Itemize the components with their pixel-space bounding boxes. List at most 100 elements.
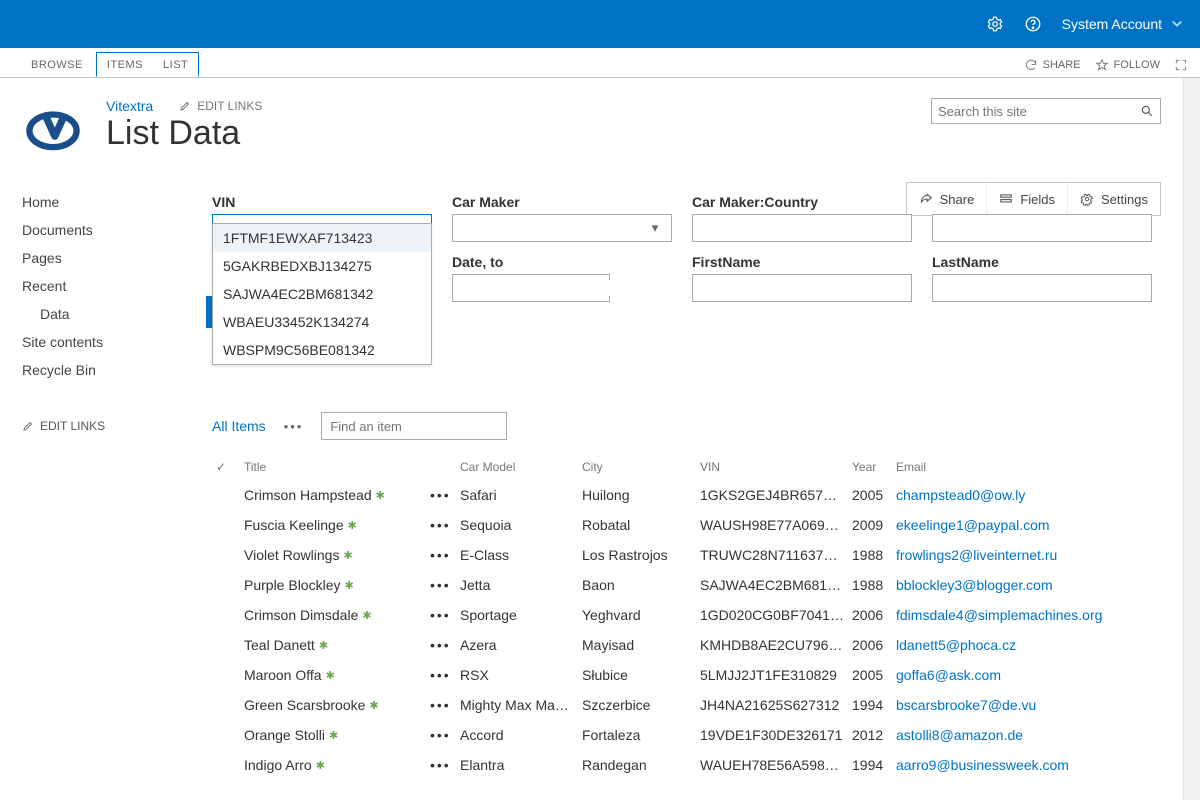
table-row[interactable]: Crimson Dimsdale✱•••SportageYeghvard1GD0… [212, 600, 1161, 630]
filter-firstname-input[interactable] [692, 274, 912, 302]
row-menu[interactable]: ••• [426, 600, 456, 630]
cell-email[interactable]: champstead0@ow.ly [892, 480, 1161, 510]
site-logo[interactable] [22, 98, 84, 160]
new-badge-icon: ✱ [369, 700, 378, 712]
row-menu[interactable]: ••• [426, 750, 456, 780]
breadcrumb-site[interactable]: Vitextra [106, 98, 153, 114]
edit-links-top[interactable]: EDIT LINKS [179, 99, 262, 113]
table-row[interactable]: Teal Danett✱•••AzeraMayisadKMHDB8AE2CU79… [212, 630, 1161, 660]
suggestion-item[interactable]: 1FTMF1EWXAF713423 [213, 224, 431, 252]
nav-recent-data[interactable]: Data [22, 300, 182, 328]
table-row[interactable]: Fuscia Keelinge✱•••SequoiaRobatalWAUSH98… [212, 510, 1161, 540]
cell-email[interactable]: bblockley3@blogger.com [892, 570, 1161, 600]
filter-country-input[interactable] [692, 214, 912, 242]
row-menu[interactable]: ••• [426, 720, 456, 750]
table-row[interactable]: Green Scarsbrooke✱•••Mighty Max MacroSzc… [212, 690, 1161, 720]
ribbon-fullscreen[interactable] [1174, 58, 1188, 72]
ribbon-share[interactable]: SHARE [1024, 58, 1081, 72]
find-item-input[interactable] [330, 419, 506, 434]
cell-vin: 19VDE1F30DE326171 [696, 720, 848, 750]
cell-title[interactable]: Teal Danett✱ [240, 630, 426, 660]
col-year[interactable]: Year [848, 454, 892, 480]
cell-email[interactable]: ekeelinge1@paypal.com [892, 510, 1161, 540]
filter-lastname-label: LastName [932, 254, 1152, 270]
col-model[interactable]: Car Model [456, 454, 578, 480]
filter-lastname-input[interactable] [932, 274, 1152, 302]
table-row[interactable]: Orange Stolli✱•••AccordFortaleza19VDE1F3… [212, 720, 1161, 750]
nav-documents[interactable]: Documents [22, 216, 182, 244]
nav-recent[interactable]: Recent [22, 272, 182, 300]
nav-recycle[interactable]: Recycle Bin [22, 356, 182, 384]
site-search[interactable] [931, 98, 1161, 124]
cell-email[interactable]: ldanett5@phoca.cz [892, 630, 1161, 660]
cell-year: 1994 [848, 750, 892, 780]
col-city[interactable]: City [578, 454, 696, 480]
user-menu[interactable]: System Account [1062, 16, 1182, 32]
row-menu[interactable]: ••• [426, 510, 456, 540]
filter-carmaker-label: Car Maker [452, 194, 672, 210]
cell-email[interactable]: frowlings2@liveinternet.ru [892, 540, 1161, 570]
cell-year: 1988 [848, 540, 892, 570]
cell-title[interactable]: Violet Rowlings✱ [240, 540, 426, 570]
ribbon-tab-browse[interactable]: BROWSE [18, 52, 96, 77]
cell-email[interactable]: astolli8@amazon.de [892, 720, 1161, 750]
cell-vin: KMHDB8AE2CU796781 [696, 630, 848, 660]
edit-links-left[interactable]: EDIT LINKS [22, 412, 182, 440]
new-badge-icon: ✱ [362, 610, 371, 622]
toolbar-settings[interactable]: Settings [1067, 183, 1160, 215]
cell-title[interactable]: Purple Blockley✱ [240, 570, 426, 600]
row-menu[interactable]: ••• [426, 480, 456, 510]
cell-title[interactable]: Indigo Arro✱ [240, 750, 426, 780]
row-menu[interactable]: ••• [426, 570, 456, 600]
table-row[interactable]: Crimson Hampstead✱•••SafariHuilong1GKS2G… [212, 480, 1161, 510]
cell-model: Sequoia [456, 510, 578, 540]
ribbon-follow[interactable]: FOLLOW [1095, 58, 1160, 72]
find-item-box[interactable] [321, 412, 507, 440]
cell-title[interactable]: Orange Stolli✱ [240, 720, 426, 750]
filter-carmodel-input[interactable] [932, 214, 1152, 242]
cell-email[interactable]: fdimsdale4@simplemachines.org [892, 600, 1161, 630]
suggestion-item[interactable]: WBSPM9C56BE081342 [213, 336, 431, 364]
filter-carmaker-select[interactable]: ▾ [452, 214, 672, 242]
cell-title[interactable]: Maroon Offa✱ [240, 660, 426, 690]
filter-dateto-input[interactable] [452, 274, 610, 302]
cell-model: Azera [456, 630, 578, 660]
view-more-menu[interactable]: ••• [284, 419, 304, 434]
row-menu[interactable]: ••• [426, 630, 456, 660]
col-title[interactable]: Title [240, 454, 426, 480]
cell-title[interactable]: Green Scarsbrooke✱ [240, 690, 426, 720]
row-menu[interactable]: ••• [426, 540, 456, 570]
cell-email[interactable]: aarro9@businessweek.com [892, 750, 1161, 780]
view-all-items[interactable]: All Items [212, 418, 266, 434]
cell-email[interactable]: bscarsbrooke7@de.vu [892, 690, 1161, 720]
col-vin[interactable]: VIN [696, 454, 848, 480]
table-row[interactable]: Purple Blockley✱•••JettaBaonSAJWA4EC2BM6… [212, 570, 1161, 600]
nav-home[interactable]: Home [22, 188, 182, 216]
cell-title[interactable]: Crimson Dimsdale✱ [240, 600, 426, 630]
toolbar-share[interactable]: Share [907, 183, 987, 215]
toolbar-fields[interactable]: Fields [986, 183, 1067, 215]
suggestion-item[interactable]: SAJWA4EC2BM681342 [213, 280, 431, 308]
nav-pages[interactable]: Pages [22, 244, 182, 272]
table-row[interactable]: Indigo Arro✱•••ElantraRandeganWAUEH78E56… [212, 750, 1161, 780]
cell-email[interactable]: goffa6@ask.com [892, 660, 1161, 690]
nav-site-contents[interactable]: Site contents [22, 328, 182, 356]
ribbon-tab-items[interactable]: ITEMS [97, 53, 153, 76]
table-row[interactable]: Violet Rowlings✱•••E-ClassLos RastrojosT… [212, 540, 1161, 570]
col-select[interactable]: ✓ [212, 454, 240, 480]
suggestion-item[interactable]: WBAEU33452K134274 [213, 308, 431, 336]
cell-year: 2005 [848, 660, 892, 690]
cell-title[interactable]: Crimson Hampstead✱ [240, 480, 426, 510]
search-icon[interactable] [1140, 104, 1154, 118]
help-icon[interactable] [1024, 15, 1042, 33]
cell-title[interactable]: Fuscia Keelinge✱ [240, 510, 426, 540]
row-menu[interactable]: ••• [426, 660, 456, 690]
gear-icon[interactable] [986, 15, 1004, 33]
site-search-input[interactable] [938, 104, 1140, 119]
scrollbar[interactable] [1183, 78, 1200, 800]
table-row[interactable]: Maroon Offa✱•••RSXSłubice5LMJJ2JT1FE3108… [212, 660, 1161, 690]
suggestion-item[interactable]: 5GAKRBEDXBJ134275 [213, 252, 431, 280]
col-email[interactable]: Email [892, 454, 1161, 480]
ribbon-tab-list[interactable]: LIST [153, 53, 198, 76]
row-menu[interactable]: ••• [426, 690, 456, 720]
